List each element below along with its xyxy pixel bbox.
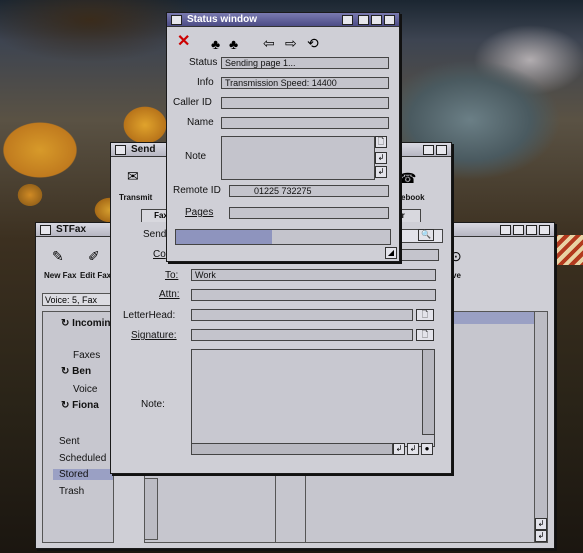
resize-gadget[interactable]: ◢ xyxy=(385,247,397,259)
save-label: ve xyxy=(452,271,461,280)
name-value xyxy=(221,117,389,129)
close-icon[interactable]: ✕ xyxy=(177,34,190,50)
caller-id-value xyxy=(221,97,389,109)
people-icon[interactable]: ♣ xyxy=(229,37,238,51)
to-label: To: xyxy=(165,270,179,281)
depth-gadget[interactable] xyxy=(384,15,395,25)
refresh-icon[interactable]: ⟲ xyxy=(307,36,319,50)
note-label: Note: xyxy=(141,399,165,410)
remote-id-value: 01225 732275 xyxy=(229,185,389,197)
folder-tree[interactable]: ↻ Incomin Faxes ↻ Ben Voice ↻ Fiona Sent… xyxy=(42,311,114,543)
tree-item[interactable]: Faxes xyxy=(73,350,100,361)
stfax-title: STFax xyxy=(56,224,87,235)
edit-fax-icon: ✐ xyxy=(88,248,100,264)
voice-summary: Voice: 5, Fax xyxy=(42,293,112,306)
letterhead-label: LetterHead: xyxy=(123,310,176,321)
list-scrollbar[interactable] xyxy=(534,312,547,542)
close-gadget[interactable] xyxy=(171,15,182,25)
depth-gadget[interactable] xyxy=(436,145,447,155)
close-gadget[interactable] xyxy=(40,225,51,235)
transmit-icon: ✉ xyxy=(127,168,139,184)
send-label: Send xyxy=(143,229,167,240)
phonebook-label: ebook xyxy=(401,193,425,202)
zoom-gadget[interactable] xyxy=(423,145,434,155)
tree-item[interactable]: Scheduled xyxy=(59,453,106,464)
tree-scrollbar[interactable] xyxy=(144,478,158,540)
size-gadget[interactable] xyxy=(342,15,353,25)
name-label: Name xyxy=(187,117,214,128)
signature-field[interactable] xyxy=(191,329,413,341)
progress-bar xyxy=(175,229,391,245)
info-value: Transmission Speed: 14400 xyxy=(221,77,389,89)
arrow-left-icon[interactable]: ⇦ xyxy=(263,36,275,50)
zoom-gadget[interactable] xyxy=(371,15,382,25)
iconify-gadget[interactable] xyxy=(513,225,524,235)
zoom-gadget[interactable] xyxy=(526,225,537,235)
transmit-button[interactable]: ✉ Transmit xyxy=(117,163,157,207)
status-window: Status window ✕ ♣ ♣ ⇦ ⇨ ⟲ Status Sending… xyxy=(166,12,400,262)
close-gadget[interactable] xyxy=(115,145,126,155)
tree-item[interactable]: ↻ Ben xyxy=(61,366,91,377)
status-title: Status window xyxy=(187,14,257,25)
note-area xyxy=(221,136,375,180)
co-label: Co xyxy=(153,249,166,260)
edit-fax-label: Edit Fax xyxy=(80,271,112,280)
save-button[interactable]: ⊙ ve xyxy=(448,245,480,289)
signature-label: Signature: xyxy=(131,330,177,341)
page-icon[interactable]: 🗋 xyxy=(416,309,434,321)
to-field[interactable]: Work xyxy=(191,269,436,281)
page-icon[interactable]: 🗋 xyxy=(375,136,387,148)
note-hscrollbar[interactable] xyxy=(191,443,393,455)
caller-id-label: Caller ID xyxy=(173,97,212,108)
resize-gadget[interactable]: ● xyxy=(421,443,433,455)
remote-id-label: Remote ID xyxy=(173,185,221,196)
page-icon[interactable]: 🗋 xyxy=(416,329,434,341)
note-label: Note xyxy=(185,151,207,162)
phonebook-icon: ☎ xyxy=(399,170,417,186)
transmit-label: Transmit xyxy=(119,193,153,202)
status-value: Sending page 1... xyxy=(221,57,389,69)
scroll-up-icon[interactable]: ↲ xyxy=(535,518,547,530)
tree-item-selected[interactable]: Stored xyxy=(53,469,113,480)
note-textarea[interactable] xyxy=(191,349,435,447)
attn-label: Attn: xyxy=(159,289,180,300)
new-fax-label: New Fax xyxy=(44,271,77,280)
scroll-down-icon[interactable]: ↲ xyxy=(375,166,387,178)
pages-value xyxy=(229,207,389,219)
person-icon[interactable]: ♣ xyxy=(211,37,220,51)
new-fax-icon: ✎ xyxy=(52,248,64,264)
scroll-down-icon[interactable]: ↲ xyxy=(393,443,405,455)
attn-field[interactable] xyxy=(191,289,436,301)
letterhead-field[interactable] xyxy=(191,309,413,321)
scroll-up-icon[interactable]: ↲ xyxy=(375,152,387,164)
scroll-down-icon[interactable]: ↲ xyxy=(535,530,547,542)
tree-item[interactable]: ↻ Fiona xyxy=(61,400,99,411)
iconify-gadget[interactable] xyxy=(358,15,369,25)
status-label: Status xyxy=(189,57,218,68)
tree-item[interactable]: Voice xyxy=(73,384,97,395)
tree-item[interactable]: Trash xyxy=(59,486,84,497)
tree-item[interactable]: Sent xyxy=(59,436,80,447)
scroll-up-icon[interactable]: ↲ xyxy=(407,443,419,455)
info-label: Info xyxy=(197,77,214,88)
size-gadget[interactable] xyxy=(500,225,511,235)
tree-item[interactable]: ↻ Incomin xyxy=(61,318,111,329)
depth-gadget[interactable] xyxy=(539,225,550,235)
progress-fill xyxy=(176,230,273,244)
edit-fax-button[interactable]: ✐ Edit Fax xyxy=(80,245,112,289)
note-scrollbar[interactable] xyxy=(422,349,435,435)
arrow-right-icon[interactable]: ⇨ xyxy=(285,36,297,50)
search-icon[interactable]: 🔍 xyxy=(418,229,434,241)
pages-label: Pages xyxy=(185,207,214,218)
new-fax-button[interactable]: ✎ New Fax xyxy=(44,245,76,289)
send-title: Send xyxy=(131,144,156,155)
